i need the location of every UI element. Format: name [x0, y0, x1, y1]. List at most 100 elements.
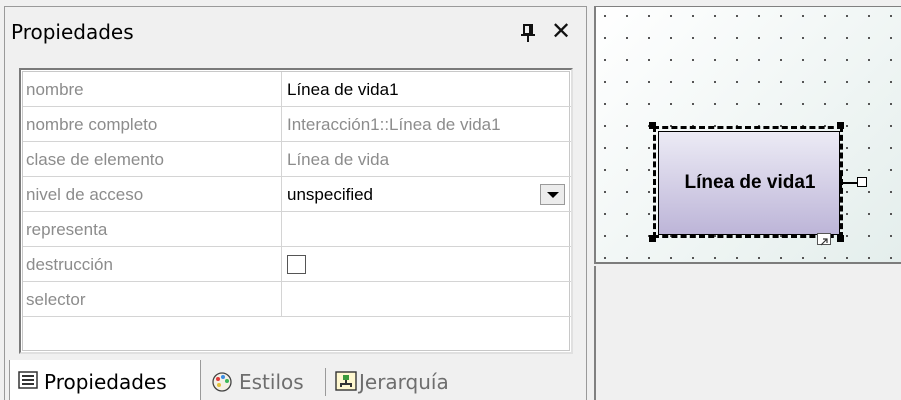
close-icon[interactable]: ✕ — [551, 19, 571, 43]
grid-dot — [604, 37, 606, 39]
grid-dot — [736, 103, 738, 105]
tab-jerarquia[interactable]: Jerarquía — [335, 360, 465, 400]
grid-dot — [626, 257, 628, 259]
grid-dot — [890, 103, 892, 105]
grid-dot — [890, 169, 892, 171]
tab-propiedades[interactable]: Propiedades — [9, 360, 201, 400]
grid-dot — [758, 15, 760, 17]
grid-dot — [846, 213, 848, 215]
panel-header: Propiedades ✕ — [5, 7, 586, 55]
grid-dot — [868, 15, 870, 17]
grid-dot — [626, 15, 628, 17]
grid-dot — [868, 257, 870, 259]
resize-handle[interactable] — [649, 235, 656, 242]
grid-dot — [626, 235, 628, 237]
grid-dot — [890, 257, 892, 259]
grid-dot — [758, 257, 760, 259]
grid-dot — [846, 169, 848, 171]
grid-dot — [824, 59, 826, 61]
grid-dot — [846, 37, 848, 39]
property-key: representa — [26, 220, 108, 239]
chevron-down-icon[interactable] — [540, 184, 565, 205]
grid-dot — [692, 103, 694, 105]
grid-dot — [626, 37, 628, 39]
property-key: nombre — [26, 80, 84, 99]
grid-dot — [890, 235, 892, 237]
grid-dot — [868, 59, 870, 61]
property-grid: nombre Línea de vida1 nombre completo In… — [19, 68, 573, 354]
pin-icon[interactable] — [519, 23, 537, 43]
grid-dot — [670, 257, 672, 259]
grid-dot — [846, 235, 848, 237]
access-level-select[interactable]: unspecified — [287, 185, 373, 205]
grid-dot — [890, 125, 892, 127]
grid-dot — [692, 15, 694, 17]
destruction-checkbox[interactable] — [287, 255, 306, 274]
grid-dot — [692, 81, 694, 83]
grid-dot — [758, 103, 760, 105]
grid-dot — [648, 59, 650, 61]
property-row-clase-de-elemento[interactable]: clase de elemento Línea de vida — [23, 142, 571, 177]
connector-line — [840, 182, 858, 184]
property-row-destruccion[interactable]: destrucción — [23, 247, 571, 282]
grid-dot — [604, 103, 606, 105]
grid-dot — [604, 81, 606, 83]
resize-handle[interactable] — [649, 122, 656, 129]
grid-dot — [890, 213, 892, 215]
grid-dot — [714, 37, 716, 39]
grid-dot — [604, 257, 606, 259]
grid-dot — [670, 81, 672, 83]
grid-dot — [714, 15, 716, 17]
tab-estilos[interactable]: Estilos — [211, 360, 321, 400]
grid-dot — [648, 37, 650, 39]
properties-panel: Propiedades ✕ nombre Línea de vida1 nomb… — [4, 6, 587, 400]
grid-dot — [692, 59, 694, 61]
grid-dot — [648, 15, 650, 17]
connection-handle[interactable] — [857, 177, 867, 187]
grid-dot — [802, 81, 804, 83]
grid-dot — [626, 169, 628, 171]
property-row-representa[interactable]: representa — [23, 212, 571, 247]
property-value-nombre-completo: Interacción1::Línea de vida1 — [287, 115, 501, 134]
property-row-selector[interactable]: selector — [23, 282, 571, 317]
grid-dot — [802, 37, 804, 39]
grid-dot — [868, 81, 870, 83]
expand-icon[interactable] — [817, 233, 831, 246]
app-window: Propiedades ✕ nombre Línea de vida1 nomb… — [0, 0, 901, 400]
grid-dot — [604, 59, 606, 61]
hierarchy-icon — [335, 371, 357, 391]
property-value-nombre[interactable]: Línea de vida1 — [287, 80, 399, 100]
grid-dot — [846, 59, 848, 61]
grid-dot — [890, 59, 892, 61]
grid-dot — [736, 37, 738, 39]
property-row-nivel-de-acceso[interactable]: nivel de acceso unspecified — [23, 177, 571, 212]
grid-dot — [604, 15, 606, 17]
grid-dot — [758, 37, 760, 39]
grid-dot — [670, 15, 672, 17]
grid-dot — [868, 125, 870, 127]
diagram-canvas[interactable]: Línea de vida1 — [594, 6, 901, 264]
canvas-empty-area — [594, 266, 901, 400]
property-key: nombre completo — [26, 115, 158, 134]
grid-dot — [670, 37, 672, 39]
resize-handle[interactable] — [837, 122, 844, 129]
grid-dot — [890, 15, 892, 17]
grid-dot — [626, 103, 628, 105]
grid-dot — [868, 169, 870, 171]
property-row-nombre[interactable]: nombre Línea de vida1 — [23, 72, 571, 107]
grid-dot — [846, 191, 848, 193]
property-row-nombre-completo[interactable]: nombre completo Interacción1::Línea de v… — [23, 107, 571, 142]
grid-dot — [846, 15, 848, 17]
grid-dot — [648, 213, 650, 215]
grid-dot — [736, 257, 738, 259]
grid-dot — [868, 147, 870, 149]
property-key: destrucción — [26, 255, 113, 274]
panel-title: Propiedades — [11, 20, 134, 44]
resize-handle[interactable] — [837, 235, 844, 242]
grid-dot — [824, 103, 826, 105]
grid-dot — [648, 191, 650, 193]
property-key: clase de elemento — [26, 150, 164, 169]
grid-dot — [780, 257, 782, 259]
palette-icon — [212, 372, 232, 392]
grid-dot — [802, 257, 804, 259]
